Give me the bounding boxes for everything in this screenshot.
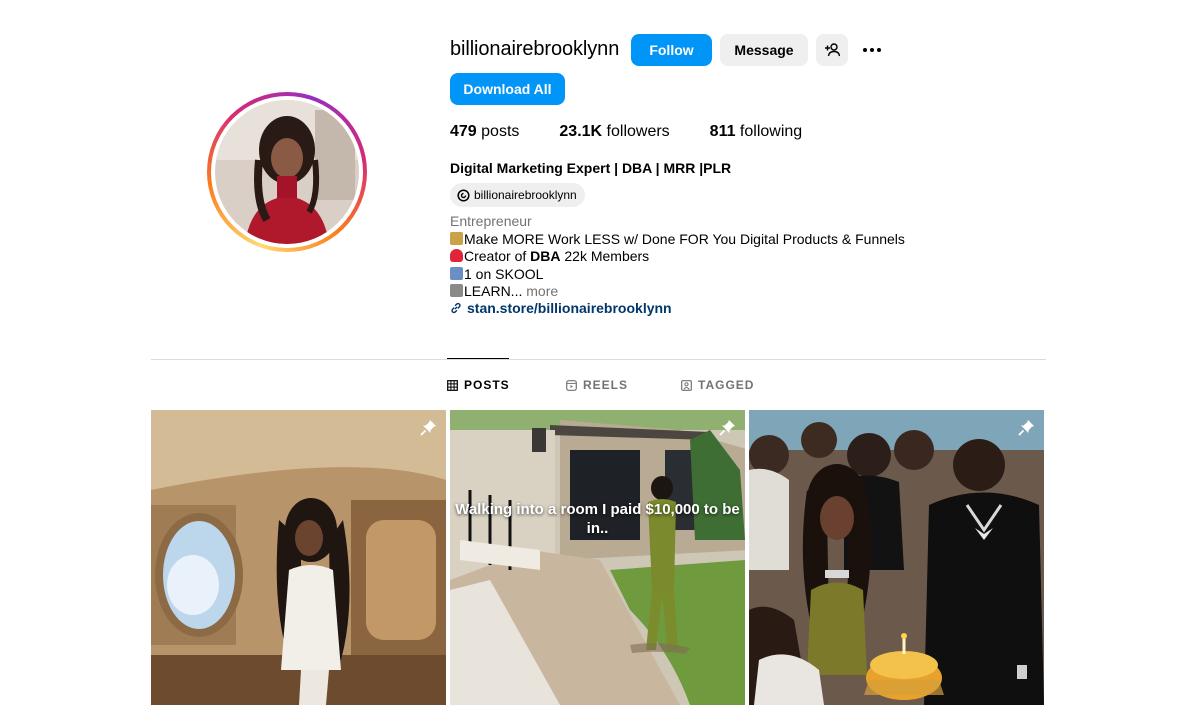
tab-posts-label: POSTS xyxy=(464,378,510,392)
number-one-icon xyxy=(450,266,463,280)
posts-count: 479 posts xyxy=(450,123,519,141)
bio-line-text: Make MORE Work LESS w/ Done FOR You Digi… xyxy=(464,230,905,247)
pin-icon xyxy=(1018,420,1034,436)
post-thumbnail[interactable]: Walking into a room I paid $10,000 to be… xyxy=(450,410,745,705)
threads-handle: billionairebrooklynn xyxy=(474,188,577,202)
post-overlay-caption: Walking into a room I paid $10,000 to be… xyxy=(455,501,740,537)
pin-icon xyxy=(420,420,436,436)
tab-tagged-label: TAGGED xyxy=(698,378,755,392)
profile-username: billionairebrooklynn xyxy=(450,38,620,60)
ellipsis-dot xyxy=(877,48,881,52)
student-icon xyxy=(450,284,463,297)
suggest-accounts-button[interactable] xyxy=(816,34,848,66)
tabs-divider xyxy=(151,359,1046,360)
following-count[interactable]: 811 following xyxy=(710,123,803,141)
tagged-icon xyxy=(681,379,692,391)
bio-more-link[interactable]: more xyxy=(522,283,558,299)
post-thumbnail[interactable] xyxy=(749,410,1044,705)
followers-count-value: 23.1K xyxy=(559,123,603,140)
post-image xyxy=(749,410,1044,705)
grid-icon xyxy=(447,379,458,391)
follow-button[interactable]: Follow xyxy=(631,34,712,66)
tab-posts[interactable]: POSTS xyxy=(447,378,510,392)
tab-tagged[interactable]: TAGGED xyxy=(681,378,754,392)
tab-reels-label: REELS xyxy=(583,378,629,392)
bio-line: LEARN... more xyxy=(450,283,905,301)
bio-line-text: 1 on SKOOL xyxy=(464,265,544,282)
post-image xyxy=(151,410,446,705)
profile-display-name: Digital Marketing Expert | DBA | MRR |PL… xyxy=(450,160,732,176)
post-thumbnail[interactable] xyxy=(151,410,446,705)
download-all-button[interactable]: Download All xyxy=(450,73,565,105)
link-icon xyxy=(451,302,461,314)
following-count-label: following xyxy=(735,123,803,140)
following-count-value: 811 xyxy=(709,123,736,140)
pin-icon xyxy=(719,420,735,436)
bio-line: Make MORE Work LESS w/ Done FOR You Digi… xyxy=(450,231,905,249)
ellipsis-icon xyxy=(863,48,867,52)
threads-icon xyxy=(456,188,470,202)
bio-line: Creator of DBA 22k Members xyxy=(450,248,905,266)
bio-line: 1 on SKOOL xyxy=(450,266,905,284)
bio-line-bold: DBA xyxy=(530,248,561,264)
money-bag-icon xyxy=(450,231,463,245)
followers-count-label: followers xyxy=(602,123,670,140)
posts-count-value: 479 xyxy=(450,123,477,140)
profile-stats: 479 posts 23.1K followers 811 following xyxy=(450,123,842,141)
profile-category: Entrepreneur xyxy=(450,213,532,229)
profile-external-link-text: stan.store/billionairebrooklynn xyxy=(467,300,672,316)
reels-icon xyxy=(566,379,577,391)
bio-line-text: Creator of xyxy=(464,248,531,264)
followers-count[interactable]: 23.1K followers xyxy=(559,123,669,141)
ellipsis-dot xyxy=(870,48,874,52)
heart-icon xyxy=(450,249,463,262)
bio-line-text: 22k Members xyxy=(560,248,650,264)
posts-count-label: posts xyxy=(476,123,520,140)
tab-reels[interactable]: REELS xyxy=(566,378,628,392)
more-options-button[interactable] xyxy=(858,38,886,62)
profile-bio: Entrepreneur Make MORE Work LESS w/ Done… xyxy=(450,213,905,301)
profile-external-link[interactable]: stan.store/billionairebrooklynn xyxy=(450,300,672,316)
post-image xyxy=(450,410,745,705)
threads-badge[interactable]: billionairebrooklynn xyxy=(450,183,585,207)
avatar-story-ring[interactable] xyxy=(207,92,367,252)
active-tab-indicator xyxy=(447,358,509,359)
bio-line-text: LEARN... xyxy=(464,283,523,299)
avatar-gap xyxy=(211,96,363,248)
avatar[interactable] xyxy=(215,100,359,244)
person-plus-icon xyxy=(825,43,840,57)
message-button[interactable]: Message xyxy=(720,34,808,66)
